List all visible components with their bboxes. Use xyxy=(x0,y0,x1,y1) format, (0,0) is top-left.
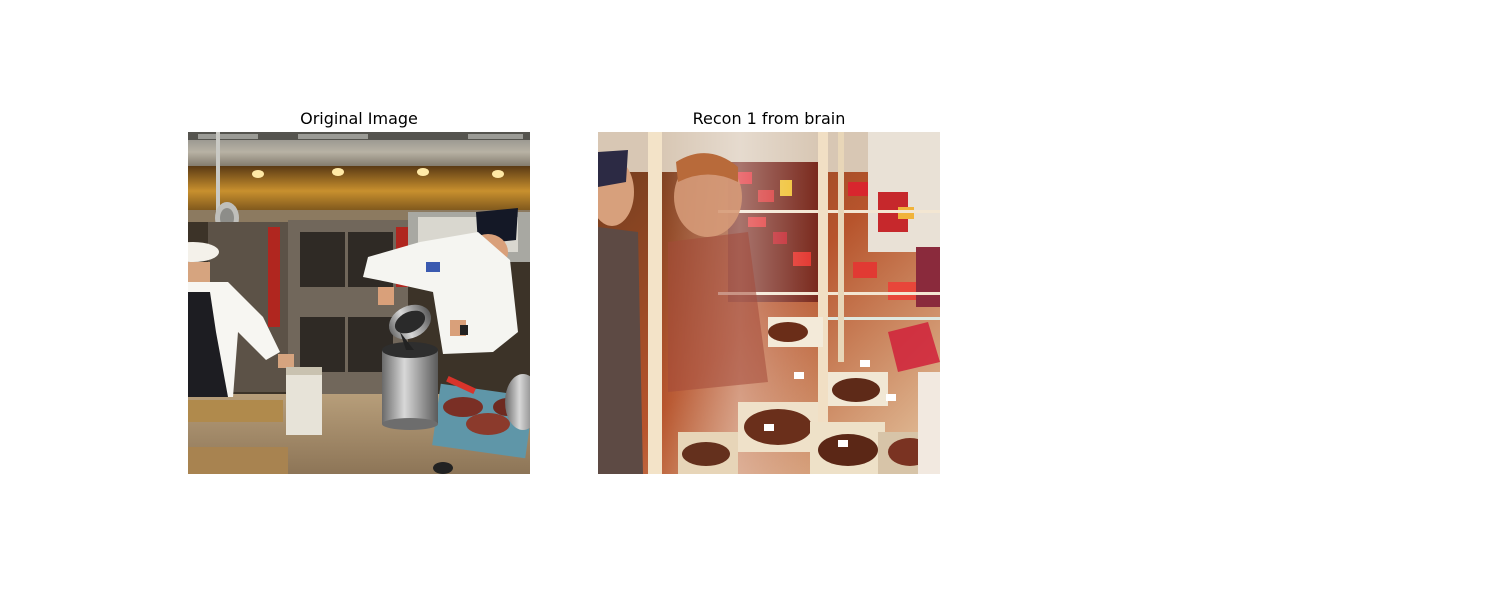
panel-title-original: Original Image xyxy=(300,109,418,128)
reconstruction-image xyxy=(598,132,940,474)
original-image xyxy=(188,132,530,474)
kitchen-scene-illustration xyxy=(188,132,530,474)
panel-title-recon: Recon 1 from brain xyxy=(692,109,846,128)
chocolate-shop-illustration xyxy=(598,132,940,474)
